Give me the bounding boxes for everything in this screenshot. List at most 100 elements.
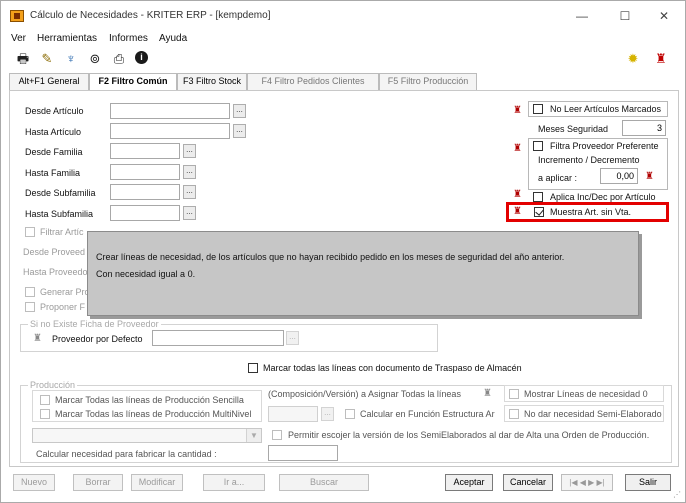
desde-familia-browse-button[interactable]: ... xyxy=(183,144,196,158)
pin-icon[interactable]: ♜ xyxy=(512,207,523,217)
meses-seguridad-label: Meses Seguridad xyxy=(538,124,609,134)
hasta-articulo-input[interactable] xyxy=(110,123,230,139)
no-leer-articulos-label: No Leer Artículos Marcados xyxy=(550,104,662,114)
marcar-multinivel-label: Marcar Todas las líneas de Producción Mu… xyxy=(55,409,252,419)
hasta-familia-label: Hasta Familia xyxy=(25,168,81,178)
hasta-articulo-browse-button[interactable]: ... xyxy=(233,124,246,138)
no-dar-checkbox[interactable] xyxy=(509,409,519,419)
pin-icon[interactable]: ♜ xyxy=(512,190,523,200)
calcular-cantidad-input[interactable] xyxy=(268,445,338,461)
a-aplicar-input[interactable]: 0,00 xyxy=(600,168,638,184)
aceptar-button[interactable]: Aceptar xyxy=(445,474,493,491)
marcar-multinivel-checkbox[interactable] xyxy=(40,409,50,419)
calcular-estructura-label: Calcular en Función Estructura Ar xyxy=(360,409,495,419)
permitir-checkbox[interactable] xyxy=(272,430,282,440)
aplica-inc-dec-label: Aplica Inc/Dec por Artículo xyxy=(550,192,656,202)
footer-bar: Nuevo Borrar Modificar Ir a... Buscar Ac… xyxy=(9,471,679,495)
muestra-art-sin-vta-checkbox[interactable] xyxy=(534,207,544,217)
menu-informes[interactable]: Informes xyxy=(109,33,148,44)
pin-icon[interactable]: ♜ xyxy=(512,106,523,116)
filtra-proveedor-label: Filtra Proveedor Preferente xyxy=(550,141,659,151)
tooltip-line-2: Con necesidad igual a 0. xyxy=(96,269,196,279)
generar-pro-label: Generar Pro xyxy=(40,287,90,297)
traspaso-checkbox[interactable] xyxy=(248,363,258,373)
proveedor-defecto-browse-button[interactable]: ... xyxy=(286,331,299,345)
binoculars-icon[interactable]: ⊚ xyxy=(87,51,103,67)
menu-ayuda[interactable]: Ayuda xyxy=(159,33,187,44)
incremento-label: Incremento / Decremento xyxy=(538,155,640,165)
tooltip-body: Crear líneas de necesidad, de los artícu… xyxy=(88,232,638,315)
mostrar-lineas-checkbox[interactable] xyxy=(509,389,519,399)
cancelar-button[interactable]: Cancelar xyxy=(503,474,553,491)
desde-subfamilia-browse-button[interactable]: ... xyxy=(183,185,196,199)
generar-pro-checkbox[interactable] xyxy=(25,287,35,297)
proveedor-defecto-label: Proveedor por Defecto xyxy=(52,334,143,344)
proponer-checkbox[interactable] xyxy=(25,302,35,312)
resize-grip-icon[interactable]: ⋰ xyxy=(673,490,683,500)
toolbar: 🖶 ✎ ♆ ⊚ ⎙ i ✹ ♜ xyxy=(1,49,685,71)
tab-filtro-comun[interactable]: F2 Filtro Común xyxy=(89,73,177,91)
desde-articulo-browse-button[interactable]: ... xyxy=(233,104,246,118)
info-icon[interactable]: i xyxy=(135,51,148,64)
composicion-input[interactable] xyxy=(268,406,318,422)
minimize-button[interactable]: — xyxy=(567,7,597,25)
hasta-subfamilia-browse-button[interactable]: ... xyxy=(183,206,196,220)
filtra-proveedor-checkbox[interactable] xyxy=(533,141,543,151)
record-navigation-buttons[interactable]: |◀ ◀ ▶ ▶| xyxy=(561,474,613,491)
title-bar: Cálculo de Necesidades - KRITER ERP - [k… xyxy=(1,1,685,31)
marcar-sencilla-checkbox[interactable] xyxy=(40,395,50,405)
tab-filtro-stock[interactable]: F3 Filtro Stock xyxy=(177,73,247,90)
tree-icon[interactable]: ♆ xyxy=(63,51,79,67)
hasta-subfamilia-label: Hasta Subfamilia xyxy=(25,209,94,219)
salir-button[interactable]: Salir xyxy=(625,474,671,491)
print-preview-icon[interactable]: ⎙ xyxy=(111,51,127,67)
desde-subfamilia-label: Desde Subfamilia xyxy=(25,188,96,198)
hasta-articulo-label: Hasta Artículo xyxy=(25,127,82,137)
proponer-label: Proponer F xyxy=(40,302,86,312)
close-button[interactable]: ✕ xyxy=(649,7,679,25)
maximize-button[interactable]: ☐ xyxy=(610,7,640,25)
proveedor-defecto-input[interactable] xyxy=(152,330,284,346)
aplica-inc-dec-checkbox[interactable] xyxy=(533,192,543,202)
composicion-browse-button[interactable]: ... xyxy=(321,407,334,421)
app-logo-icon xyxy=(10,10,24,22)
pin-icon[interactable]: ♜ xyxy=(32,334,43,344)
hasta-subfamilia-input[interactable] xyxy=(110,205,180,221)
filtrar-articulos-checkbox[interactable] xyxy=(25,227,35,237)
hasta-familia-input[interactable] xyxy=(110,164,180,180)
tab-filtro-produccion: F5 Filtro Producción xyxy=(379,73,477,90)
pin-icon[interactable]: ♜ xyxy=(512,144,523,154)
desde-familia-input[interactable] xyxy=(110,143,180,159)
modificar-button: Modificar xyxy=(131,474,183,491)
borrar-button: Borrar xyxy=(73,474,123,491)
desde-proveedor-label: Desde Proveed xyxy=(23,247,86,257)
lightbulb-icon[interactable]: ✹ xyxy=(625,51,641,67)
menu-herramientas[interactable]: Herramientas xyxy=(37,33,97,44)
chevron-down-icon: ▼ xyxy=(246,429,261,442)
traspaso-label: Marcar todas las líneas con documento de… xyxy=(263,363,522,373)
no-dar-label: No dar necesidad Semi-Elaborado xyxy=(524,409,662,419)
calcular-estructura-checkbox[interactable] xyxy=(345,409,355,419)
tab-filtro-pedidos-clientes: F4 Filtro Pedidos Clientes xyxy=(247,73,379,90)
window-title: Cálculo de Necesidades - KRITER ERP - [k… xyxy=(30,10,271,21)
pin-icon[interactable]: ♜ xyxy=(653,51,669,67)
no-leer-articulos-checkbox[interactable] xyxy=(533,104,543,114)
menu-bar: Ver Herramientas Informes Ayuda xyxy=(1,31,685,46)
mostrar-lineas-label: Mostrar Líneas de necesidad 0 xyxy=(524,389,648,399)
muestra-art-sin-vta-label: Muestra Art. sin Vta. xyxy=(550,207,632,217)
hasta-proveedor-label: Hasta Proveedo xyxy=(23,267,88,277)
tab-bar: Alt+F1 General F2 Filtro Común F3 Filtro… xyxy=(9,73,679,91)
pin-icon[interactable]: ♜ xyxy=(482,389,493,399)
menu-ver[interactable]: Ver xyxy=(11,33,26,44)
desde-subfamilia-input[interactable] xyxy=(110,184,180,200)
hasta-familia-browse-button[interactable]: ... xyxy=(183,165,196,179)
pin-icon[interactable]: ♜ xyxy=(644,172,655,182)
tab-general[interactable]: Alt+F1 General xyxy=(9,73,89,90)
pencil-icon[interactable]: ✎ xyxy=(39,51,55,67)
meses-seguridad-input[interactable]: 3 xyxy=(622,120,666,136)
produccion-select[interactable]: ▼ xyxy=(32,428,262,443)
desde-articulo-input[interactable] xyxy=(110,103,230,119)
printer-icon[interactable]: 🖶 xyxy=(15,51,31,67)
calcular-cantidad-label: Calcular necesidad para fabricar la cant… xyxy=(36,449,217,459)
tooltip-line-1: Crear líneas de necesidad, de los artícu… xyxy=(96,252,565,262)
